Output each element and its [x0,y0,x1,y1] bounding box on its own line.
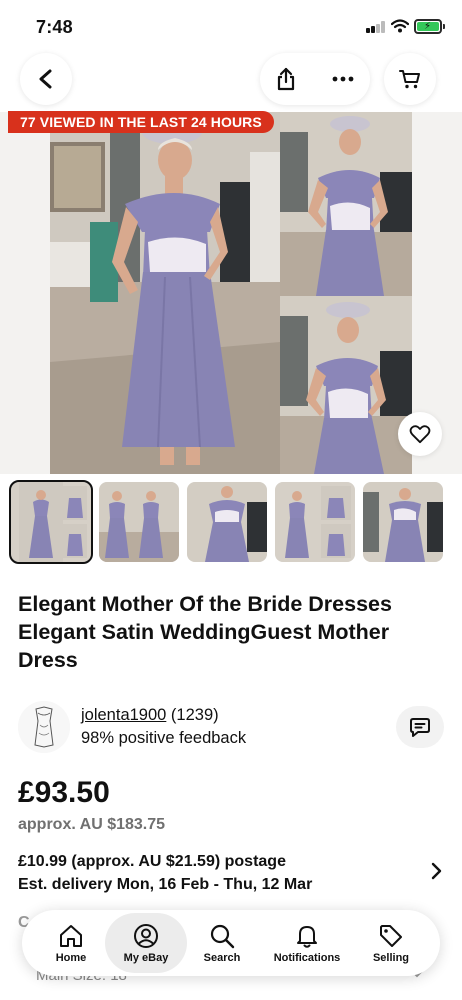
thumbnail-5[interactable] [363,482,443,562]
tab-label: Notifications [273,951,341,964]
product-image-gallery[interactable] [0,112,462,474]
approx-price: approx. AU $183.75 [18,816,166,833]
signal-icon [366,21,386,33]
more-options-button[interactable] [328,65,358,93]
status-bar: 7:48 ⚡ [0,0,462,54]
thumbnail-1[interactable] [9,480,93,564]
cart-button[interactable] [384,53,436,105]
product-photo-side-top[interactable] [280,112,412,296]
seller-info: jolenta1900 (1239) [81,706,219,725]
thumbnail-image [187,482,267,562]
tab-search[interactable]: Search [181,910,263,976]
tab-my-ebay[interactable]: My eBay [105,913,187,973]
listing-title: Elegant Mother Of the Bride Dresses Eleg… [18,592,392,672]
watchlist-button[interactable] [398,412,442,456]
thumbnail-4[interactable] [275,482,355,562]
tab-home[interactable]: Home [30,910,112,976]
tab-label: Search [203,951,241,964]
product-photo-side-bottom[interactable] [280,296,412,474]
tab-label: Selling [372,951,410,964]
postage-row[interactable]: £10.99 (approx. AU $21.59) postage Est. … [0,848,462,900]
search-icon [210,924,235,948]
seller-feedback: 98% positive feedback [81,729,247,747]
tag-icon [380,924,402,947]
share-button[interactable] [272,65,300,93]
action-pill [260,53,370,105]
thumbnail-3[interactable] [187,482,267,562]
wifi-icon [391,19,409,33]
seller-avatar[interactable] [18,701,70,753]
home-icon [60,924,82,947]
tab-notifications[interactable]: Notifications [266,910,348,976]
price: £93.50 [18,776,110,809]
bottom-tab-bar: Home My eBay Search Notifications Sellin… [22,910,440,976]
postage-cost: £10.99 (approx. AU $21.59) postage [18,853,286,870]
message-icon [410,718,430,737]
share-icon [277,67,295,91]
product-photo-main[interactable] [50,112,280,474]
more-dots-icon [332,76,354,82]
seller-rating-count: (1239) [170,706,219,724]
thumbnail-image [275,482,355,562]
battery-icon: ⚡ [414,19,442,34]
thumbnail-strip [9,480,459,564]
chevron-right-icon [431,862,442,880]
chevron-left-icon [39,69,52,89]
delivery-estimate: Est. delivery Mon, 16 Feb - Thu, 12 Mar [18,876,313,893]
thumbnail-image [363,482,443,562]
heart-icon [409,425,431,444]
battery-tip [443,24,445,29]
thumbnail-2[interactable] [99,482,179,562]
back-button[interactable] [20,53,72,105]
seller-name-link[interactable]: jolenta1900 [81,706,166,724]
cart-icon [399,70,420,89]
tab-label: Home [55,951,87,964]
message-seller-button[interactable] [396,706,444,748]
tab-label: My eBay [123,951,169,964]
seller-logo-image [18,701,70,753]
thumbnail-image [99,482,179,562]
status-time: 7:48 [36,17,73,37]
tab-selling[interactable]: Selling [350,910,432,976]
viewed-banner: 77 VIEWED IN THE LAST 24 HOURS [8,111,274,133]
bell-icon [297,925,317,948]
thumbnail-image [11,482,91,562]
user-icon [134,923,158,948]
